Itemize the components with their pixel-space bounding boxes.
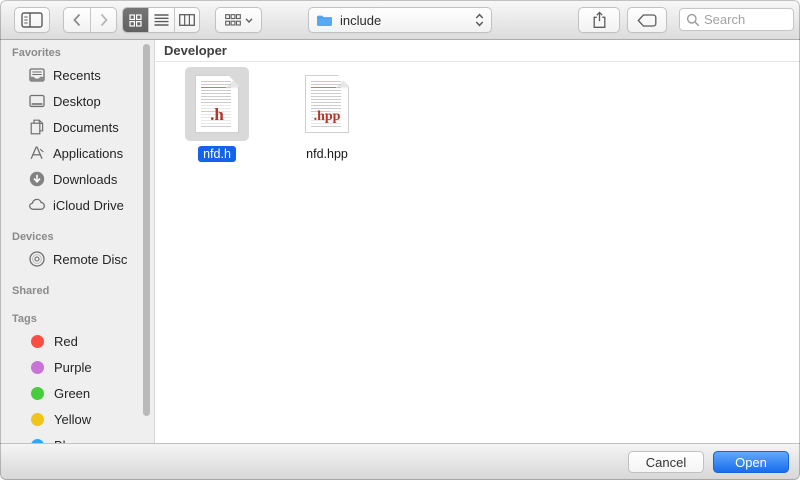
sidebar-section-tags: Tags	[0, 310, 154, 328]
sidebar-item-label: Remote Disc	[53, 252, 127, 267]
search-input[interactable]	[704, 12, 787, 27]
tag-green-icon	[31, 387, 44, 400]
list-view-icon	[154, 14, 169, 26]
sidebar-item-tag-yellow[interactable]: Yellow	[0, 406, 154, 432]
sidebar-section-favorites: Favorites	[0, 44, 154, 62]
header-file-icon: .hpp	[305, 75, 349, 133]
file-extension-label: .h	[196, 105, 238, 125]
sidebar-item-tag-green[interactable]: Green	[0, 380, 154, 406]
view-mode-group	[122, 7, 200, 33]
sidebar-item-tag-red[interactable]: Red	[0, 328, 154, 354]
sidebar: Favorites Recents Desktop Documents Appl…	[0, 40, 155, 443]
cancel-button[interactable]: Cancel	[628, 451, 704, 473]
folder-icon	[316, 14, 333, 27]
chevron-left-icon	[72, 13, 82, 27]
sidebar-item-label: Red	[54, 334, 78, 349]
sidebar-section-shared: Shared	[0, 282, 154, 300]
documents-icon	[28, 118, 46, 136]
location-popup-button[interactable]: include	[308, 7, 492, 33]
file-browser-area: Developer .h nfd.h	[156, 40, 800, 443]
sidebar-item-icloud-drive[interactable]: iCloud Drive	[0, 192, 154, 218]
sidebar-item-label: Desktop	[53, 94, 101, 109]
sidebar-section-devices: Devices	[0, 228, 154, 246]
toggle-sidebar-button[interactable]	[14, 7, 50, 33]
sidebar-item-label: Recents	[53, 68, 101, 83]
chevron-down-icon	[245, 18, 253, 23]
sidebar-item-tag-purple[interactable]: Purple	[0, 354, 154, 380]
file-selection-highlight: .h	[185, 67, 249, 141]
back-button[interactable]	[64, 8, 90, 32]
file-item-nfd-hpp[interactable]: .hpp nfd.hpp	[282, 67, 372, 162]
group-header: Developer	[156, 40, 800, 62]
applications-icon	[28, 144, 46, 162]
popup-arrows-icon	[475, 12, 484, 28]
sidebar-item-label: Purple	[54, 360, 92, 375]
file-name-label[interactable]: nfd.h	[198, 146, 236, 162]
tag-icon	[637, 14, 657, 27]
dialog-footer: Cancel Open	[0, 443, 800, 480]
file-extension-label: .hpp	[306, 109, 348, 125]
open-file-dialog: include Favorites	[0, 0, 800, 480]
sidebar-item-label: Green	[54, 386, 90, 401]
file-icon-wrap: .hpp	[295, 67, 359, 141]
open-button[interactable]: Open	[713, 451, 789, 473]
forward-button[interactable]	[90, 8, 116, 32]
sidebar-item-applications[interactable]: Applications	[0, 140, 154, 166]
sidebar-scrollbar[interactable]	[143, 44, 150, 416]
sidebar-item-documents[interactable]: Documents	[0, 114, 154, 140]
column-view-button[interactable]	[174, 8, 199, 32]
toolbar: include	[0, 0, 800, 40]
share-icon	[592, 11, 607, 29]
list-view-button[interactable]	[148, 8, 173, 32]
icloud-icon	[28, 196, 46, 214]
sidebar-item-label: Documents	[53, 120, 119, 135]
icon-view-button[interactable]	[123, 8, 148, 32]
arrange-icon	[225, 14, 241, 26]
downloads-icon	[28, 170, 46, 188]
file-name-label[interactable]: nfd.hpp	[301, 146, 353, 162]
sidebar-item-label: Applications	[53, 146, 123, 161]
sidebar-item-downloads[interactable]: Downloads	[0, 166, 154, 192]
remote-disc-icon	[28, 250, 46, 268]
search-icon	[686, 13, 700, 27]
chevron-right-icon	[99, 13, 109, 27]
grid-view-icon	[129, 14, 142, 27]
location-popup-label: include	[340, 13, 469, 28]
tag-purple-icon	[31, 361, 44, 374]
sidebar-item-remote-disc[interactable]: Remote Disc	[0, 246, 154, 272]
columns-view-icon	[179, 14, 195, 26]
tag-red-icon	[31, 335, 44, 348]
sidebar-item-recents[interactable]: Recents	[0, 62, 154, 88]
sidebar-item-tag-blue[interactable]: Blue	[0, 432, 154, 443]
arrange-dropdown-button[interactable]	[215, 7, 262, 33]
tags-button[interactable]	[627, 7, 667, 33]
header-file-icon: .h	[195, 75, 239, 133]
sidebar-item-label: Yellow	[54, 412, 91, 427]
history-nav-group	[63, 7, 117, 33]
sidebar-item-desktop[interactable]: Desktop	[0, 88, 154, 114]
share-button[interactable]	[578, 7, 620, 33]
sidebar-toggle-icon	[21, 12, 43, 28]
search-field[interactable]	[679, 8, 794, 31]
group-header-label: Developer	[164, 43, 227, 58]
desktop-icon	[28, 92, 46, 110]
sidebar-item-label: iCloud Drive	[53, 198, 124, 213]
recents-icon	[28, 66, 46, 84]
file-item-nfd-h[interactable]: .h nfd.h	[172, 67, 262, 162]
sidebar-item-label: Downloads	[53, 172, 117, 187]
tag-yellow-icon	[31, 413, 44, 426]
